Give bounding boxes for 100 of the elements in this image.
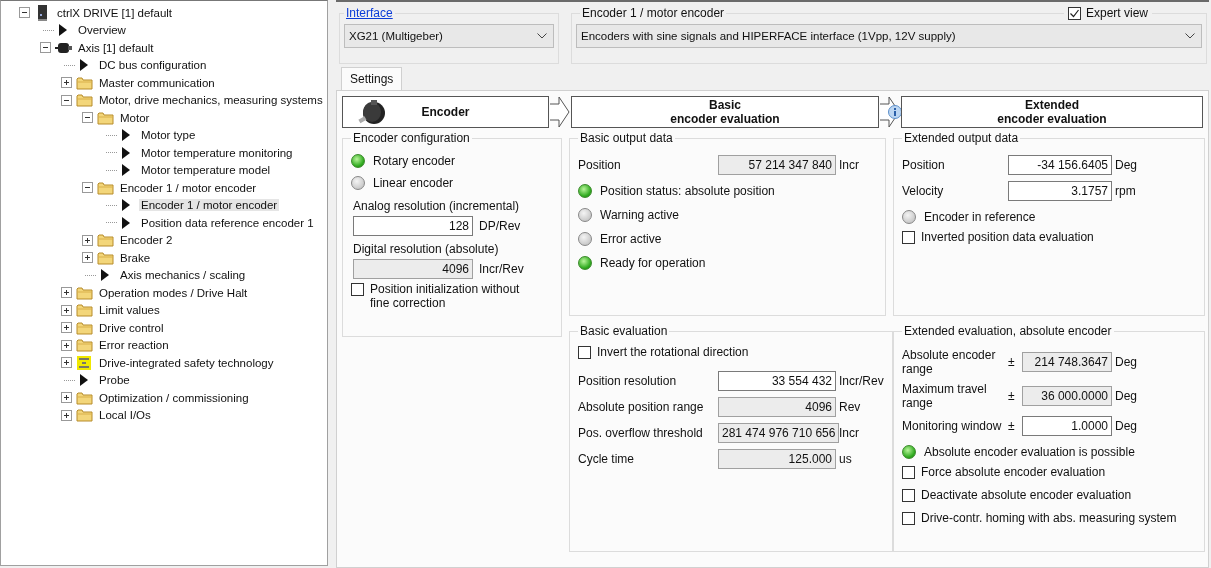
tree-item[interactable]: Encoder 2 (118, 234, 175, 247)
number-field[interactable]: 3.1757 (1008, 181, 1112, 201)
unit-label: Incr (839, 158, 859, 172)
tree-item[interactable]: Overview (76, 24, 128, 37)
checkbox-label: Position initialization without fine correction (370, 282, 521, 310)
field-label: Velocity (902, 184, 945, 198)
group-title: Basic output data (580, 131, 673, 145)
tree-item[interactable]: Probe (97, 374, 132, 387)
interface-dropdown[interactable]: XG21 (Multigeber) (344, 24, 554, 48)
expander-icon[interactable] (61, 304, 72, 316)
tree-item[interactable]: Optimization / commissioning (97, 391, 251, 404)
checkbox[interactable] (1067, 6, 1081, 20)
unit-label: Deg (1115, 355, 1137, 369)
tree-item[interactable]: DC bus configuration (97, 59, 209, 72)
folder-icon (75, 303, 93, 318)
unit-label: Incr (839, 426, 859, 440)
status-label: Linear encoder (373, 176, 454, 190)
unit-label: DP/Rev (479, 219, 521, 233)
tree-item[interactable]: Operation modes / Drive Halt (97, 286, 250, 299)
status-label: Absolute encoder evaluation is possible (924, 445, 1135, 459)
field-label: Position (578, 158, 622, 172)
expander-icon[interactable] (61, 77, 72, 89)
tree-item[interactable]: Local I/Os (97, 409, 153, 422)
group-title: Encoder 1 / motor encoder (582, 6, 725, 20)
triangle-icon (80, 59, 88, 72)
tree-item[interactable]: Motor type (139, 129, 198, 142)
field-label: Analog resolution (incremental) (353, 199, 521, 213)
field-label: Maximum travel range (902, 382, 988, 410)
number-field[interactable]: 1.0000 (1022, 416, 1112, 436)
status-label: Encoder in reference (924, 210, 1036, 224)
number-field[interactable]: 214 748.3647 (1022, 352, 1112, 372)
tree-item[interactable]: Position data reference encoder 1 (139, 216, 316, 229)
triangle-icon (59, 24, 67, 37)
number-field[interactable]: 4096 (718, 397, 836, 417)
expander-icon[interactable] (82, 112, 93, 124)
tree-item[interactable]: Encoder 1 / motor encoder (139, 199, 280, 212)
unit-label: Deg (1115, 419, 1137, 433)
triangle-icon (80, 374, 88, 387)
expander-icon[interactable] (61, 287, 72, 299)
tree-item[interactable]: Motor temperature monitoring (139, 146, 295, 159)
expander-icon[interactable] (40, 42, 51, 54)
group-title: Encoder configuration (353, 131, 470, 145)
checkbox[interactable] (902, 466, 915, 479)
expander-icon[interactable] (61, 94, 72, 106)
tree-item[interactable]: Axis mechanics / scaling (118, 269, 248, 282)
tree-item[interactable]: Drive control (97, 321, 166, 334)
field-label: Cycle time (578, 452, 635, 466)
unit-label: Incr/Rev (479, 262, 524, 276)
tab[interactable]: Settings (341, 67, 403, 90)
checkbox[interactable] (902, 489, 915, 502)
tree-item[interactable]: Axis [1] default (76, 41, 156, 54)
tree-item[interactable]: Motor (118, 111, 152, 124)
group-title: Extended evaluation, absolute encoder (904, 324, 1112, 338)
tree-item[interactable]: Encoder 1 / motor encoder (118, 181, 259, 194)
tree-item[interactable]: Brake (118, 251, 153, 264)
unit-label: rpm (1115, 184, 1136, 198)
unit-label: Deg (1115, 158, 1137, 172)
expander-icon[interactable] (61, 392, 72, 404)
triangle-icon (122, 199, 130, 212)
expander-icon[interactable] (61, 357, 72, 369)
number-field[interactable]: 128 (353, 216, 473, 236)
status-label: Error active (600, 232, 662, 246)
number-field[interactable]: -34 156.6405 (1008, 155, 1112, 175)
checkbox[interactable] (578, 346, 591, 359)
expander-icon[interactable] (82, 234, 93, 246)
expander-icon[interactable] (61, 322, 72, 334)
unit-label: Rev (839, 400, 861, 414)
folder-icon (96, 250, 114, 265)
expander-icon[interactable] (19, 7, 30, 19)
plus-minus-sign: ± (1008, 419, 1016, 433)
tree-item[interactable]: Master communication (97, 76, 217, 89)
encoder-dropdown[interactable]: Encoders with sine signals and HIPERFACE interface (1Vpp, 12V supply) (576, 24, 1202, 48)
tree-item[interactable]: ctrlX DRIVE [1] default (55, 6, 175, 19)
tree-item[interactable]: Drive-integrated safety technology (97, 356, 276, 369)
expander-icon[interactable] (82, 252, 93, 264)
field-label: Digital resolution (absolute) (353, 242, 500, 256)
tree-item[interactable]: Error reaction (97, 339, 171, 352)
status-label: Ready for operation (600, 256, 706, 270)
number-field[interactable]: 4096 (353, 259, 473, 279)
checkbox[interactable] (902, 231, 915, 244)
number-field[interactable]: 57 214 347 840 (718, 155, 836, 175)
number-field[interactable]: 36 000.0000 (1022, 386, 1112, 406)
number-field[interactable]: 281 474 976 710 656 (718, 423, 840, 443)
expander-icon[interactable] (82, 182, 93, 194)
folder-icon (75, 390, 93, 405)
expander-icon[interactable] (61, 409, 72, 421)
interface-link[interactable]: Interface (346, 6, 393, 20)
tree-item[interactable]: Motor temperature model (139, 164, 273, 177)
triangle-icon (101, 269, 109, 282)
checkbox[interactable] (902, 512, 915, 525)
tree-item[interactable]: Limit values (97, 304, 162, 317)
triangle-icon (122, 146, 130, 159)
number-field[interactable]: 33 554 432 (718, 371, 836, 391)
status-label: Warning active (600, 208, 679, 222)
checkbox[interactable] (351, 283, 364, 296)
tree-item[interactable]: Motor, drive mechanics, measuring systems (97, 94, 325, 107)
triangle-icon (122, 216, 130, 229)
unit-label: Deg (1115, 389, 1137, 403)
number-field[interactable]: 125.000 (718, 449, 836, 469)
expander-icon[interactable] (61, 339, 72, 351)
